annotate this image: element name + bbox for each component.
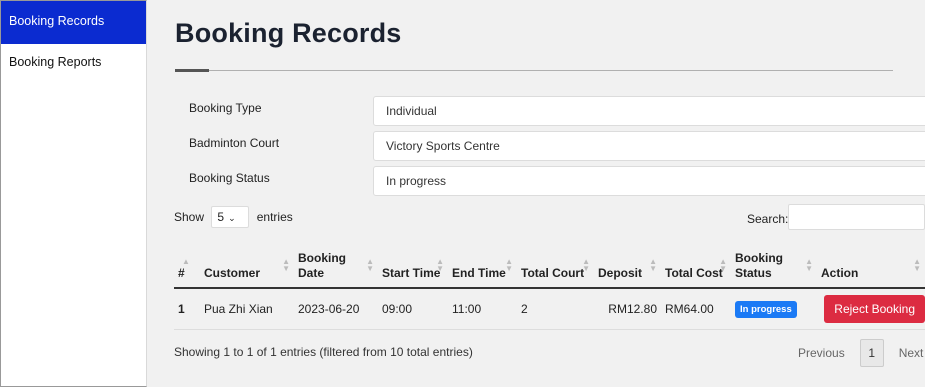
column-header[interactable]: Total Court ▲ ▼ [517,238,594,289]
column-header[interactable]: Customer ▲ ▼ [200,238,294,289]
table-header-row: # ▲ Customer ▲ ▼ Booking Date ▲ ▼ Start Time ▲… [174,238,925,289]
cell-deposit: RM12.80 [594,288,661,330]
column-header[interactable]: End Time ▲ ▼ [448,238,517,289]
page-title: Booking Records [175,18,402,48]
badminton-court-select[interactable]: Victory Sports Centre ⌄ [373,131,925,161]
cell-end-time: 11:00 [448,288,517,330]
page-length-value: 5 [217,210,225,224]
search-label: Search: [747,212,789,226]
column-header[interactable]: Booking Status ▲ ▼ [731,238,817,289]
page-length-control: Show 5 ⌄ entries [174,206,293,228]
status-badge: In progress [735,300,797,318]
sort-icon: ▲ ▼ [366,257,374,273]
cell-total-court: 2 [517,288,594,330]
reject-booking-button[interactable]: Reject Booking [824,295,925,323]
table-info: Showing 1 to 1 of 1 entries (filtered fr… [174,345,473,359]
column-header[interactable]: # ▲ [174,238,200,289]
booking-table: # ▲ Customer ▲ ▼ Booking Date ▲ ▼ Start Time ▲… [174,238,925,330]
select-value: Victory Sports Centre [386,139,500,153]
sort-icon: ▲ ▼ [805,257,813,273]
page-length-select[interactable]: 5 ⌄ [211,206,250,228]
column-header[interactable]: Deposit ▲ ▼ [594,238,661,289]
sort-icon: ▲ [182,257,190,266]
select-value: Individual [386,104,437,118]
show-prefix: Show [174,210,205,224]
filter-label: Booking Type [189,101,262,115]
filter-booking-status: Booking Status In progress ⌄ [187,166,925,196]
sort-icon: ▲ ▼ [582,257,590,273]
previous-page-button[interactable]: Previous [798,346,845,360]
column-header[interactable]: Booking Date ▲ ▼ [294,238,378,289]
cell-start-time: 09:00 [378,288,448,330]
show-suffix: entries [256,210,293,224]
booking-status-select[interactable]: In progress ⌄ [373,166,925,196]
sort-icon: ▲ ▼ [913,257,921,273]
sort-icon: ▲ ▼ [505,257,513,273]
sidebar-item-booking-reports[interactable]: Booking Reports [1,44,146,80]
cell-no: 1 [174,288,200,330]
filter-badminton-court: Badminton Court Victory Sports Centre ⌄ [187,131,925,161]
sort-icon: ▲ ▼ [436,257,444,273]
filter-label: Badminton Court [189,136,280,150]
sort-icon: ▲ ▼ [282,257,290,273]
cell-total-cost: RM64.00 [661,288,731,330]
column-header[interactable]: Action ▲ ▼ [817,238,925,289]
page-number-button[interactable]: 1 [859,339,884,367]
sidebar: Booking Records Booking Reports [0,0,147,387]
title-divider-accent [175,69,209,72]
cell-customer: Pua Zhi Xian [200,288,294,330]
next-page-button[interactable]: Next [899,346,924,360]
column-header[interactable]: Total Cost ▲ ▼ [661,238,731,289]
pagination: Previous 1 Next [798,338,923,368]
chevron-down-icon: ⌄ [228,213,236,223]
filter-label: Booking Status [189,171,270,185]
sort-icon: ▲ ▼ [719,257,727,273]
title-divider [175,70,893,71]
search-input[interactable] [788,204,925,230]
column-header[interactable]: Start Time ▲ ▼ [378,238,448,289]
sort-icon: ▲ ▼ [649,257,657,273]
booking-type-select[interactable]: Individual ⌄ [373,96,925,126]
cell-status: In progress [731,288,817,330]
main-content: Booking Records Booking Type Individual … [147,0,925,387]
cell-booking-date: 2023-06-20 [294,288,378,330]
sidebar-item-booking-records[interactable]: Booking Records [1,1,146,44]
table-row: 1 Pua Zhi Xian 2023-06-20 09:00 11:00 2 … [174,288,925,330]
select-value: In progress [386,174,447,188]
cell-action: Reject Booking [817,288,925,330]
filter-booking-type: Booking Type Individual ⌄ [187,96,925,126]
